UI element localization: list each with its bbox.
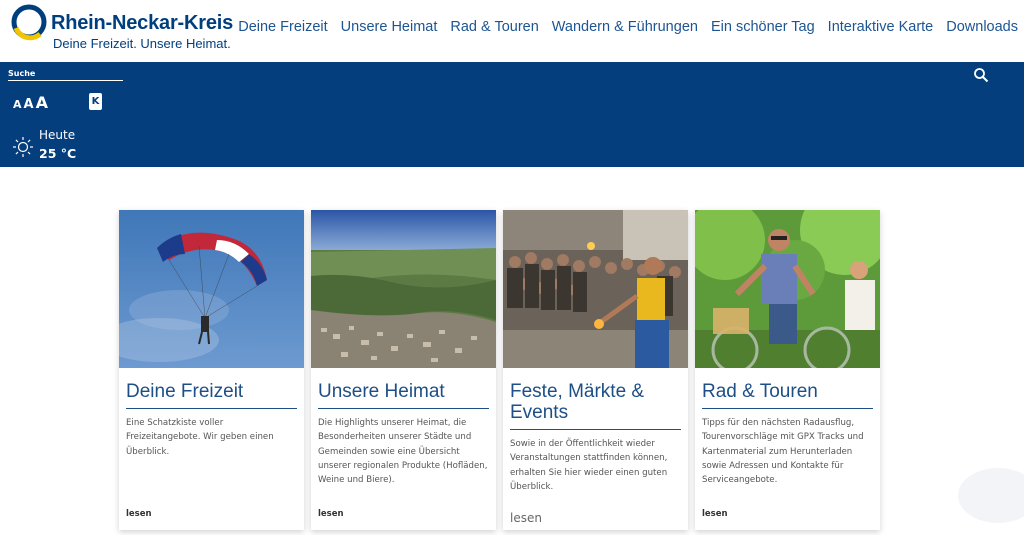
logo[interactable]: Rhein-Neckar-Kreis Deine Freizeit. Unser… — [10, 3, 234, 53]
site-header: Rhein-Neckar-Kreis Deine Freizeit. Unser… — [0, 0, 1024, 62]
logo-ring-icon — [11, 4, 47, 41]
card-title[interactable]: Rad & Touren — [702, 368, 873, 408]
decorative-cloud — [958, 468, 1024, 523]
card-read-more-link[interactable]: lesen — [702, 509, 728, 519]
card-title[interactable]: Deine Freizeit — [126, 368, 297, 408]
card-image-paraglider — [119, 210, 304, 368]
card-deine-freizeit[interactable]: Deine Freizeit Eine Schatzkiste voller F… — [119, 210, 304, 530]
card-body: Rad & Touren Tipps für den nächsten Rada… — [702, 368, 873, 487]
card-read-more-link[interactable]: lesen — [318, 509, 344, 519]
search-label: Suche — [8, 69, 36, 78]
card-divider — [702, 408, 873, 409]
nav-item-ein-schoener-tag[interactable]: Ein schöner Tag — [711, 19, 815, 35]
card-text: Eine Schatzkiste voller Freizeitangebote… — [126, 418, 274, 457]
card-divider — [318, 408, 489, 409]
card-body: Unsere Heimat Die Highlights unserer Hei… — [318, 368, 489, 487]
font-size-small-button[interactable]: A — [13, 98, 22, 111]
card-title[interactable]: Feste, Märkte & Events — [510, 368, 681, 429]
font-size-controls: A A A — [13, 93, 48, 112]
card-divider — [126, 408, 297, 409]
brand-subtitle: Deine Freizeit. Unsere Heimat. — [53, 36, 231, 51]
card-text: Tipps für den nächsten Radausflug, Toure… — [702, 418, 864, 486]
card-image-landscape — [311, 210, 496, 368]
nav-item-downloads[interactable]: Downloads — [946, 19, 1018, 35]
card-divider — [510, 429, 681, 430]
weather-temperature: 25 °C — [39, 146, 77, 161]
card-image-street-festival — [503, 210, 688, 368]
card-read-more-link[interactable]: lesen — [126, 509, 152, 519]
card-image-cyclists — [695, 210, 880, 368]
card-body: Deine Freizeit Eine Schatzkiste voller F… — [126, 368, 297, 459]
teaser-cards: Deine Freizeit Eine Schatzkiste voller F… — [119, 210, 880, 530]
toolbar-band: Suche A A A K Heute 25 °C — [0, 62, 1024, 167]
card-feste-maerkte-events[interactable]: Feste, Märkte & Events Sowie in der Öffe… — [503, 210, 688, 530]
nav-item-unsere-heimat[interactable]: Unsere Heimat — [341, 19, 438, 35]
card-text: Sowie in der Öffentlichkeit wieder Veran… — [510, 439, 668, 492]
main-nav: Deine Freizeit Unsere Heimat Rad & Toure… — [225, 19, 1018, 35]
search-input[interactable] — [8, 80, 123, 81]
card-body: Feste, Märkte & Events Sowie in der Öffe… — [510, 368, 681, 494]
font-size-medium-button[interactable]: A — [24, 97, 34, 112]
nav-item-rad-touren[interactable]: Rad & Touren — [450, 19, 538, 35]
card-read-more-link[interactable]: lesen — [510, 511, 542, 525]
brand-title: Rhein-Neckar-Kreis — [51, 12, 234, 34]
contrast-button[interactable]: K — [89, 93, 102, 110]
nav-item-deine-freizeit[interactable]: Deine Freizeit — [238, 19, 327, 35]
search-icon[interactable] — [973, 67, 989, 83]
font-size-large-button[interactable]: A — [36, 93, 48, 112]
card-title[interactable]: Unsere Heimat — [318, 368, 489, 408]
nav-item-wandern-fuehrungen[interactable]: Wandern & Führungen — [552, 19, 698, 35]
weather-label: Heute — [39, 128, 76, 142]
card-text: Die Highlights unserer Heimat, die Beson… — [318, 418, 488, 486]
nav-item-interaktive-karte[interactable]: Interaktive Karte — [828, 19, 934, 35]
card-rad-touren[interactable]: Rad & Touren Tipps für den nächsten Rada… — [695, 210, 880, 530]
card-unsere-heimat[interactable]: Unsere Heimat Die Highlights unserer Hei… — [311, 210, 496, 530]
sun-icon — [13, 137, 33, 157]
